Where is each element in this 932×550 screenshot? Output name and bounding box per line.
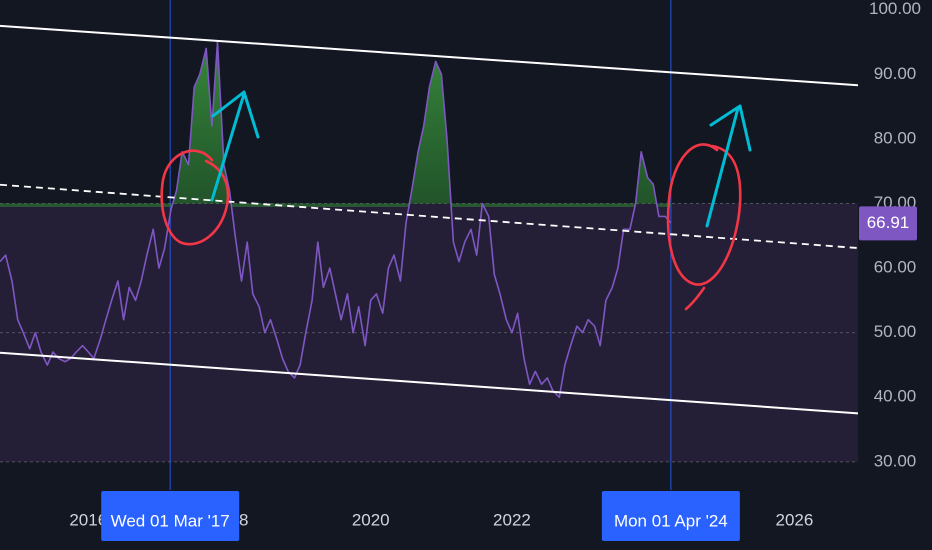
last-value-badge: 66.91 [859, 206, 917, 241]
last-value-label: 66.91 [867, 213, 910, 232]
x-tick-label: 2020 [352, 510, 390, 529]
x-tick-label: 2026 [776, 510, 814, 529]
crosshair-date-flag: Mon 01 Apr '24 [601, 491, 740, 541]
y-tick-label: 100.00 [869, 0, 921, 18]
y-tick-label: 40.00 [874, 387, 917, 406]
crosshair-date-label: Wed 01 Mar '17 [111, 511, 230, 530]
y-tick-label: 90.00 [874, 64, 917, 83]
crosshair-date-flag: Wed 01 Mar '17 [101, 491, 240, 541]
y-tick-label: 60.00 [874, 258, 917, 277]
crosshair-date-label: Mon 01 Apr '24 [614, 511, 728, 530]
y-tick-label: 30.00 [874, 451, 917, 470]
rsi-chart[interactable]: 100.0090.0080.0070.0060.0050.0040.0030.0… [0, 0, 932, 550]
y-tick-label: 80.00 [874, 128, 917, 147]
y-tick-label: 50.00 [874, 322, 917, 341]
x-tick-label: 2022 [493, 510, 531, 529]
